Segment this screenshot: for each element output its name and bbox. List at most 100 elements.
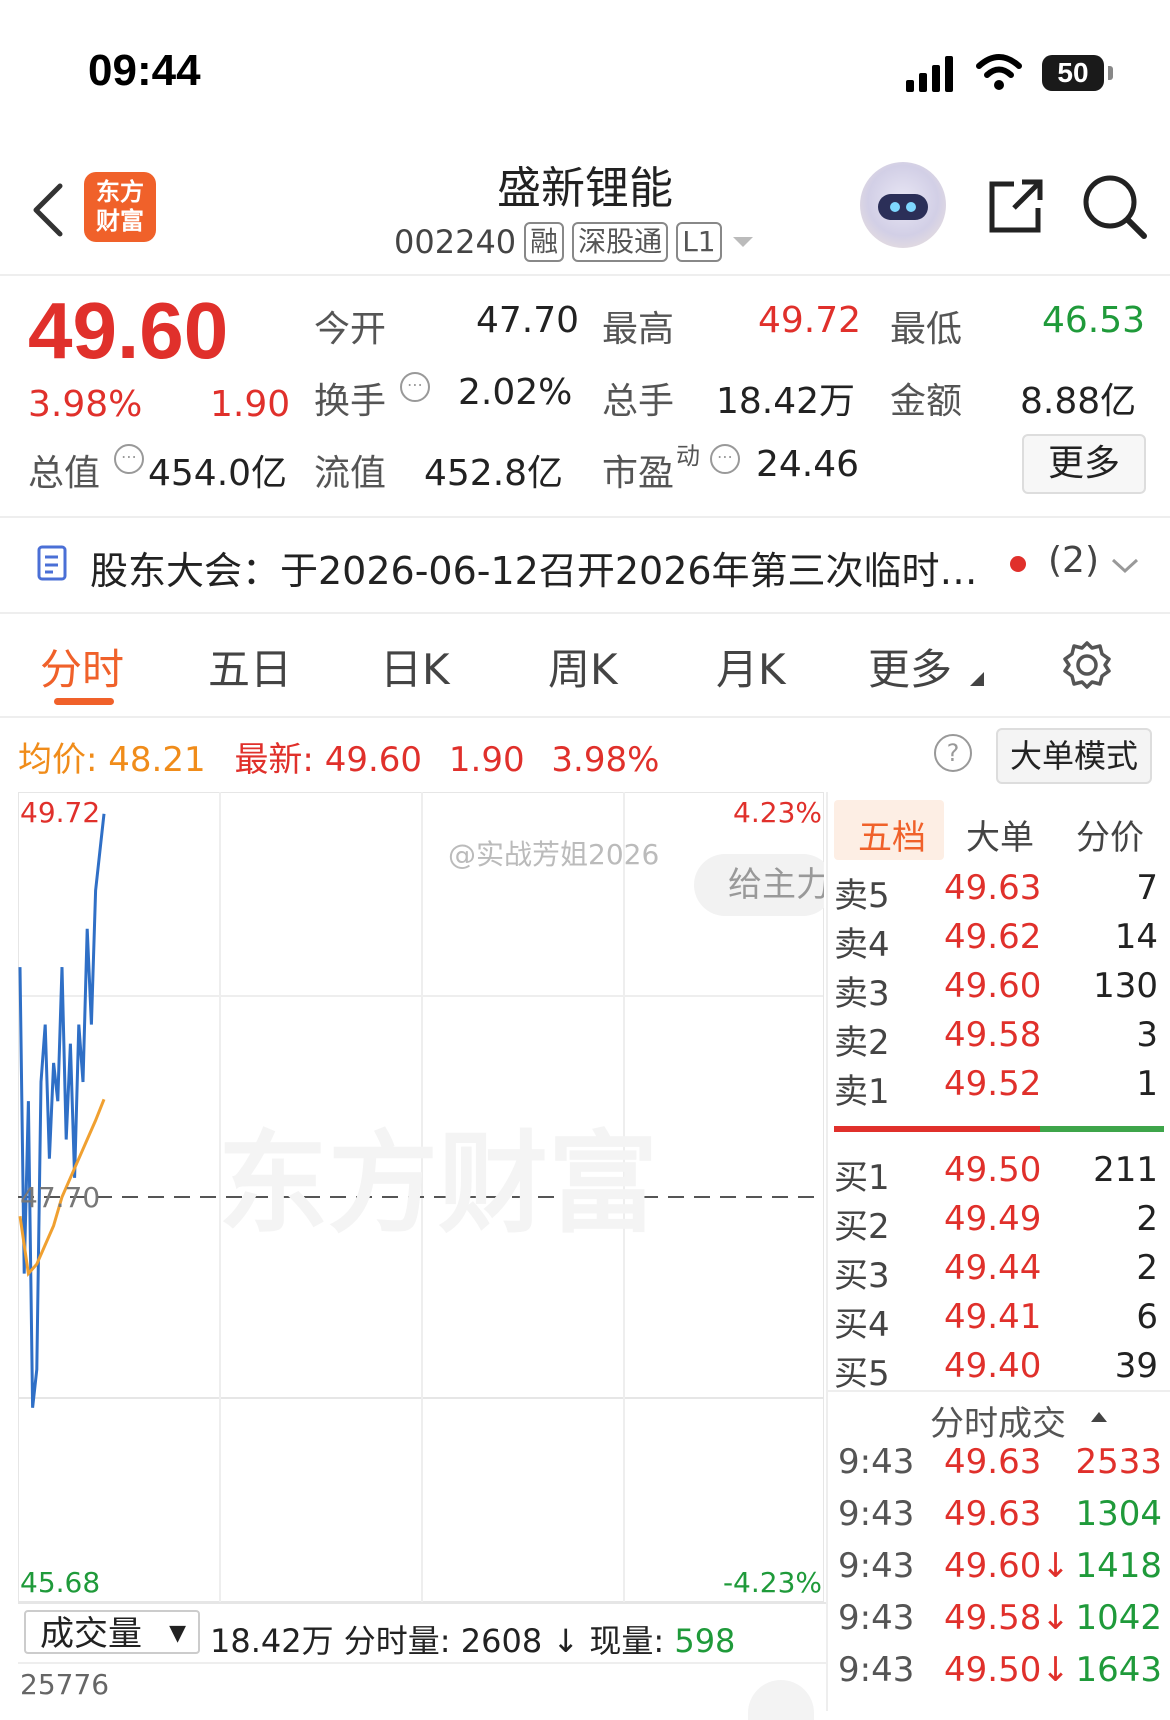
bid-level-row[interactable]: 买4 49.41 6 [834,1297,1164,1345]
bid-level-row[interactable]: 买3 49.44 2 [834,1248,1164,1296]
level-price: 49.50 [944,1150,1042,1190]
tab-daily-k[interactable]: 日K [380,636,450,697]
tick-volume: 1304 [1075,1494,1162,1534]
tick-row: 9:43 49.63 2533 [834,1442,1164,1492]
status-bar: 09:44 50 [0,0,1170,140]
search-icon[interactable] [1080,172,1150,242]
mktcap-value: 454.0亿 [148,453,288,494]
level-price: 49.60 [944,966,1042,1006]
share-icon[interactable] [984,174,1048,238]
turnover-label: 换手 [314,381,387,422]
level-price: 49.40 [944,1346,1042,1386]
unread-dot [1010,556,1026,572]
tick-row: 9:43 49.63 1304 [834,1494,1164,1544]
notice-count: (2) [1048,540,1099,581]
level-label: 买2 [834,1207,890,1247]
settings-gear-icon[interactable] [1062,640,1112,690]
float-button[interactable] [748,1680,814,1720]
level-price: 49.52 [944,1064,1042,1104]
ticks-title[interactable]: 分时成交 [930,1396,1066,1445]
ask-level-row[interactable]: 卖5 49.63 7 [834,868,1164,916]
more-corner-icon [970,672,984,686]
intraday-chart[interactable]: 东方财富 49.72 47.70 45.68 4.23% -4.23% @实战芳… [17,791,834,1603]
tick-row: 9:43 49.58↓ 1042 [834,1598,1164,1648]
tab-weekly-k[interactable]: 周K [548,636,618,697]
ai-assistant-face [878,194,928,220]
more-quote-button[interactable]: 更多 [1022,434,1146,494]
pe-info-icon[interactable]: ⋯ [710,444,740,474]
tab-divider [0,716,1170,718]
ask-level-row[interactable]: 卖1 49.52 1 [834,1064,1164,1112]
level-qty: 1 [1136,1064,1158,1104]
active-tab-indicator [54,698,114,705]
volume-total: 18.42万 [210,1622,334,1660]
level-price: 49.41 [944,1297,1042,1337]
current-volume-value: 598 [674,1622,736,1660]
tab-big-orders[interactable]: 大单 [966,810,1034,859]
pe-label: 市盈 [602,453,675,494]
volume-divider [18,1602,826,1604]
caret-down-icon[interactable] [730,232,756,252]
low-value: 46.53 [1042,300,1146,341]
level-label: 买5 [834,1354,890,1394]
level-label: 卖3 [834,974,890,1014]
y-label-top: 49.72 [20,796,100,829]
tick-time: 9:43 [838,1442,915,1482]
indicator-select[interactable]: 成交量 ▼ [24,1610,200,1654]
level-price: 49.63 [944,868,1042,908]
ask-level-row[interactable]: 卖2 49.58 3 [834,1015,1164,1063]
level-qty: 2 [1136,1199,1158,1239]
help-icon[interactable]: ? [934,734,972,772]
weibo-watermark: @实战芳姐2026 [448,838,659,871]
level-qty: 2 [1136,1248,1158,1288]
tick-volume: 1643 [1075,1650,1162,1690]
open-value: 47.70 [476,300,580,341]
notice-text[interactable]: 股东大会：于2026-06-12召开2026年第三次临时… [90,540,978,595]
tab-intraday[interactable]: 分时 [40,636,124,697]
level-label: 买3 [834,1256,890,1296]
tab-price-dist[interactable]: 分价 [1076,810,1144,859]
turnover-info-icon[interactable]: ⋯ [400,372,430,402]
bid-level-row[interactable]: 买5 49.40 39 [834,1346,1164,1394]
clock: 09:44 [88,46,201,95]
document-icon [37,545,67,581]
indicator-select-value: 成交量 [40,1614,142,1654]
avg-label: 均价: [18,740,98,780]
ticks-divider [828,1390,1170,1392]
caret-up-icon[interactable] [1090,1410,1108,1424]
latest-change-pct: 3.98% [551,740,660,780]
change-percent: 3.98% [28,384,143,425]
wifi-icon [976,54,1022,90]
intraday-summary: 均价: 48.21 最新: 49.60 1.90 3.98% [18,732,659,781]
tick-volume: 2533 [1075,1442,1162,1482]
big-order-mode-button[interactable]: 大单模式 [996,728,1152,784]
level-label: 卖2 [834,1023,890,1063]
tab-five-levels[interactable]: 五档 [858,810,926,859]
tab-more[interactable]: 更多 [868,636,952,697]
level1-tag: L1 [676,222,722,262]
tab-monthly-k[interactable]: 月K [716,636,786,697]
mktcap-info-icon[interactable]: ⋯ [114,444,144,474]
bid-level-row[interactable]: 买2 49.49 2 [834,1199,1164,1247]
level-label: 卖4 [834,925,890,965]
level-price: 49.58 [944,1015,1042,1055]
tick-row: 9:43 49.50↓ 1643 [834,1650,1164,1700]
tab-five-day[interactable]: 五日 [208,636,292,697]
level-label: 卖1 [834,1072,890,1112]
ask-level-row[interactable]: 卖3 49.60 130 [834,966,1164,1014]
pe-value: 24.46 [756,444,860,485]
minute-volume-label: 分时量: [343,1622,451,1660]
ask-level-row[interactable]: 卖4 49.62 14 [834,917,1164,965]
level-qty: 130 [1093,966,1158,1006]
level-qty: 14 [1114,917,1158,957]
tick-price: 49.63 [944,1494,1042,1534]
amount-value: 8.88亿 [1020,381,1137,422]
tick-row: 9:43 49.60↓ 1418 [834,1546,1164,1596]
chevron-down-icon[interactable] [1110,556,1140,576]
intraday-chart-svg: 东方财富 49.72 47.70 45.68 4.23% -4.23% @实战芳… [17,791,834,1603]
pct-label-bottom: -4.23% [723,1566,822,1599]
bid-level-row[interactable]: 买1 49.50 211 [834,1150,1164,1198]
level-price: 49.44 [944,1248,1042,1288]
latest-label: 最新: [234,740,314,780]
volume-summary: 18.42万 分时量: 2608 ↓ 现量: 598 [210,1616,735,1662]
